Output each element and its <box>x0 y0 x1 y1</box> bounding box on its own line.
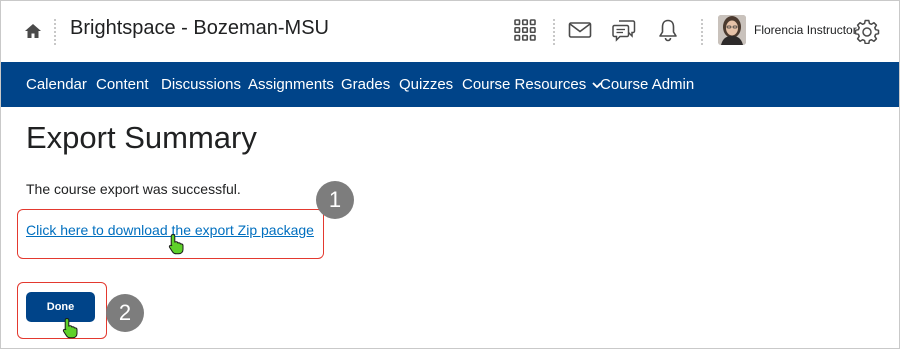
nav-item-content[interactable]: Content <box>96 76 149 93</box>
pointer-hand-icon <box>62 317 78 339</box>
home-icon[interactable] <box>23 21 43 41</box>
nav-item-assignments[interactable]: Assignments <box>248 76 334 93</box>
nav-item-grades[interactable]: Grades <box>341 76 390 93</box>
pointer-hand-icon <box>168 233 184 255</box>
callout-badge-2: 2 <box>106 294 144 332</box>
nav-item-course-resources[interactable]: Course Resources <box>462 76 602 93</box>
nav-item-calendar[interactable]: Calendar <box>26 76 87 93</box>
header-divider <box>553 19 555 45</box>
nav-item-quizzes[interactable]: Quizzes <box>399 76 453 93</box>
nav-item-course-resources-label: Course Resources <box>462 76 587 93</box>
waffle-icon[interactable] <box>512 17 538 43</box>
done-button[interactable]: Done <box>26 292 95 322</box>
course-navbar: Calendar Content Discussions Assignments… <box>1 62 899 107</box>
app-title[interactable]: Brightspace - Bozeman-MSU <box>70 17 329 40</box>
user-name[interactable]: Florencia Instructor <box>754 23 857 37</box>
page-title: Export Summary <box>26 120 257 155</box>
avatar[interactable] <box>718 15 746 45</box>
nav-item-discussions[interactable]: Discussions <box>161 76 241 93</box>
chat-icon[interactable] <box>611 17 637 43</box>
gear-icon[interactable] <box>854 18 880 44</box>
bell-icon[interactable] <box>655 17 681 43</box>
header-divider <box>701 19 703 45</box>
mail-icon[interactable] <box>567 17 593 43</box>
top-header: Brightspace - Bozeman-MSU Florencia Inst… <box>1 1 899 61</box>
callout-badge-1: 1 <box>316 181 354 219</box>
header-divider <box>54 19 56 45</box>
nav-item-course-admin[interactable]: Course Admin <box>600 76 694 93</box>
success-message: The course export was successful. <box>26 181 241 197</box>
